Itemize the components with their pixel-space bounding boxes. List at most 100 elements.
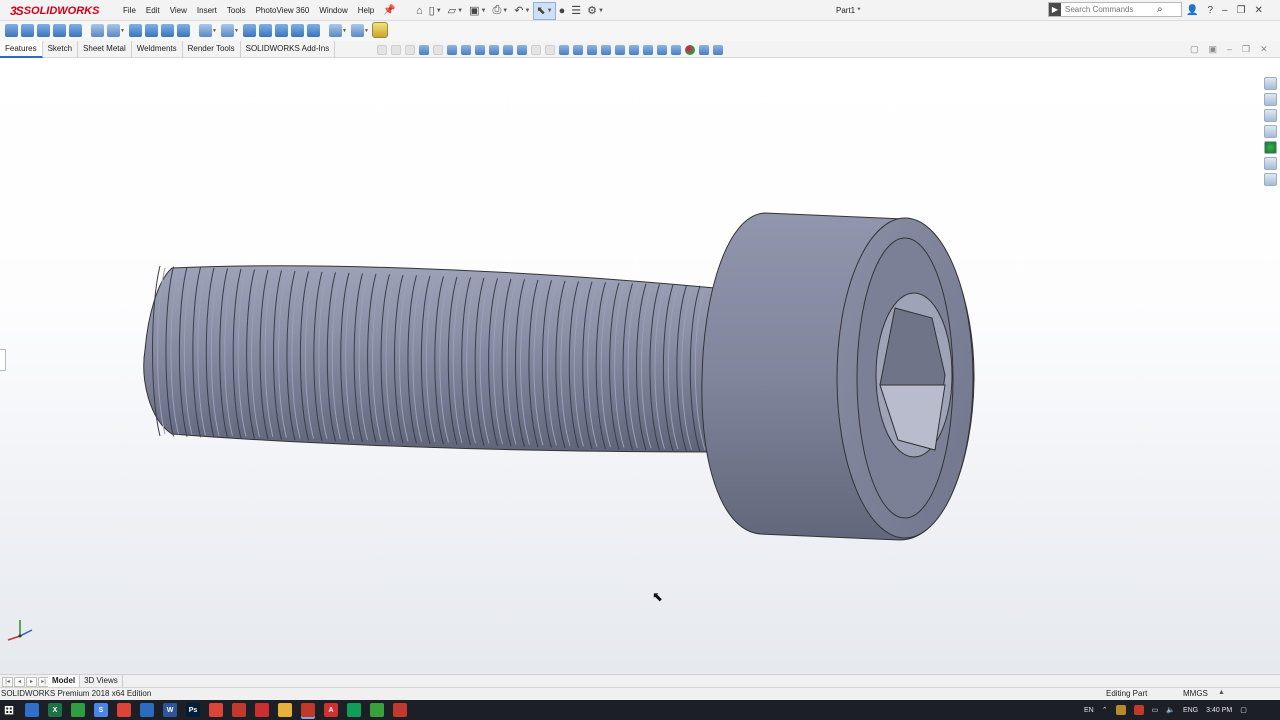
solidworks-logo[interactable]: 3S SOLIDWORKS xyxy=(10,3,99,18)
hole-wizard-icon[interactable]: ▼ xyxy=(107,23,125,37)
shadows-icon[interactable] xyxy=(643,45,653,55)
shell-icon[interactable] xyxy=(307,23,320,37)
graphics-area[interactable]: ⬉ xyxy=(0,58,1280,674)
tab-features[interactable]: Features xyxy=(0,41,43,58)
rebuild-icon[interactable]: ● xyxy=(557,3,568,19)
tray-chevron-icon[interactable]: ⌃ xyxy=(1102,706,1108,714)
chrome-icon[interactable] xyxy=(117,703,131,717)
doc-close-icon[interactable]: ✕ xyxy=(1260,44,1268,55)
lofted-cut-icon[interactable] xyxy=(161,23,174,37)
pin-icon[interactable]: 📌 xyxy=(379,0,399,21)
cascade-icon[interactable]: ▣ xyxy=(1209,44,1218,55)
feature-manager-grip[interactable] xyxy=(0,349,6,371)
solidworks-icon[interactable] xyxy=(301,703,315,717)
view-settings-icon[interactable] xyxy=(615,45,625,55)
units-dropdown-icon[interactable]: ▲ xyxy=(1218,689,1225,696)
boundary-boss-icon[interactable] xyxy=(69,23,82,37)
apply-scene-icon[interactable] xyxy=(601,45,611,55)
hide-items-icon[interactable] xyxy=(671,45,681,55)
tool-green-icon[interactable] xyxy=(370,703,384,717)
hide-show-icon[interactable] xyxy=(573,45,583,55)
magnifier-icon[interactable]: ⌕ xyxy=(1157,4,1163,15)
menu-window[interactable]: Window xyxy=(314,0,352,21)
keyboard-layout[interactable]: ENG xyxy=(1183,707,1198,714)
doc-restore-icon[interactable]: ❐ xyxy=(1242,44,1250,55)
select-icon[interactable]: ⬉ ▼ xyxy=(533,1,556,20)
view-orientation-icon[interactable] xyxy=(517,45,527,55)
file-properties-icon[interactable]: ☰ xyxy=(569,3,583,19)
recorder-icon[interactable] xyxy=(232,703,246,717)
tab-sheet-metal[interactable]: Sheet Metal xyxy=(78,41,132,58)
next-tab-icon[interactable]: ▸ xyxy=(26,677,37,687)
clock[interactable]: 3:40 PM xyxy=(1206,707,1232,714)
fillet-icon[interactable]: ▼ xyxy=(199,23,217,37)
custom-properties-icon[interactable] xyxy=(1264,157,1277,170)
boundary-cut-icon[interactable] xyxy=(177,23,190,37)
draft-icon[interactable] xyxy=(275,23,288,37)
section-view-icon[interactable] xyxy=(489,45,499,55)
new-document-icon[interactable]: ▯ ▼ xyxy=(427,3,444,19)
excel-icon[interactable]: X xyxy=(48,703,62,717)
appearance-ball-icon[interactable] xyxy=(685,45,695,55)
menu-photoview[interactable]: PhotoView 360 xyxy=(251,0,315,21)
extruded-boss-icon[interactable] xyxy=(5,23,18,37)
screenshot-icon[interactable] xyxy=(140,703,154,717)
monitor-icon[interactable] xyxy=(713,45,723,55)
search-input[interactable] xyxy=(1065,5,1155,14)
zoom-area-icon[interactable] xyxy=(461,45,471,55)
doc-minimize-icon[interactable]: – xyxy=(1227,44,1232,55)
intersect-icon[interactable] xyxy=(291,23,304,37)
camtasia-icon[interactable] xyxy=(71,703,85,717)
tray-app-icon[interactable] xyxy=(1115,705,1126,715)
minimize-icon[interactable]: – xyxy=(1222,5,1228,16)
tab-3d-views[interactable]: 3D Views xyxy=(80,675,123,687)
tool-red-icon[interactable] xyxy=(393,703,407,717)
forum-icon[interactable] xyxy=(1264,173,1277,186)
cube-view-icon[interactable] xyxy=(657,45,667,55)
view-palette-icon[interactable] xyxy=(1264,125,1277,138)
tab-model[interactable]: Model xyxy=(48,675,81,687)
unit-system[interactable]: MMGS xyxy=(1183,689,1208,698)
menu-insert[interactable]: Insert xyxy=(192,0,222,21)
display-style-icon[interactable] xyxy=(559,45,569,55)
help-icon[interactable]: ? xyxy=(1207,5,1213,16)
file-explorer-icon[interactable] xyxy=(1264,109,1277,122)
lofted-boss-icon[interactable] xyxy=(53,23,66,37)
menu-edit[interactable]: Edit xyxy=(141,0,165,21)
print-icon[interactable]: ⎙ ▼ xyxy=(490,3,510,19)
tab-sketch[interactable]: Sketch xyxy=(43,41,79,58)
first-tab-icon[interactable]: |◂ xyxy=(2,677,13,687)
wrap-icon[interactable] xyxy=(259,23,272,37)
edit-appearance-icon[interactable] xyxy=(587,45,597,55)
menu-view[interactable]: View xyxy=(165,0,192,21)
previous-view-icon[interactable] xyxy=(475,45,485,55)
save-icon[interactable]: ▣ ▼ xyxy=(467,3,488,19)
windows-icon[interactable]: ⊞ xyxy=(2,703,16,717)
magnet-icon[interactable] xyxy=(419,45,429,55)
prev-tab-icon[interactable]: ◂ xyxy=(14,677,25,687)
tab-weldments[interactable]: Weldments xyxy=(132,41,183,58)
curves-icon[interactable]: ▼ xyxy=(351,23,369,37)
revolved-cut-icon[interactable] xyxy=(129,23,142,37)
photoshop-icon[interactable]: Ps xyxy=(186,703,200,717)
chrome-alt-icon[interactable] xyxy=(209,703,223,717)
word-icon[interactable]: W xyxy=(163,703,177,717)
files-icon[interactable]: S xyxy=(94,703,108,717)
tab-add-ins[interactable]: SOLIDWORKS Add-Ins xyxy=(241,41,336,58)
menu-tools[interactable]: Tools xyxy=(222,0,251,21)
reference-geometry-icon[interactable]: ▼ xyxy=(329,23,347,37)
language-indicator[interactable]: EN xyxy=(1084,707,1094,714)
tile-icon[interactable]: ▢ xyxy=(1190,44,1199,55)
scene-icon[interactable] xyxy=(699,45,709,55)
resources-home-icon[interactable] xyxy=(1264,77,1277,90)
rib-icon[interactable] xyxy=(243,23,256,37)
volume-icon[interactable]: 🔈 xyxy=(1166,706,1175,714)
network-icon[interactable]: ▭ xyxy=(1152,706,1159,714)
open-icon[interactable]: ▱ ▼ xyxy=(446,3,465,19)
realview-icon[interactable] xyxy=(629,45,639,55)
socket-head-cap-screw-model[interactable] xyxy=(0,58,1280,674)
antivirus-icon[interactable] xyxy=(1133,705,1144,715)
notifications-icon[interactable]: ▢ xyxy=(1240,706,1247,714)
dynamic-annotation-icon[interactable] xyxy=(503,45,513,55)
appearances-icon[interactable] xyxy=(1264,141,1277,154)
